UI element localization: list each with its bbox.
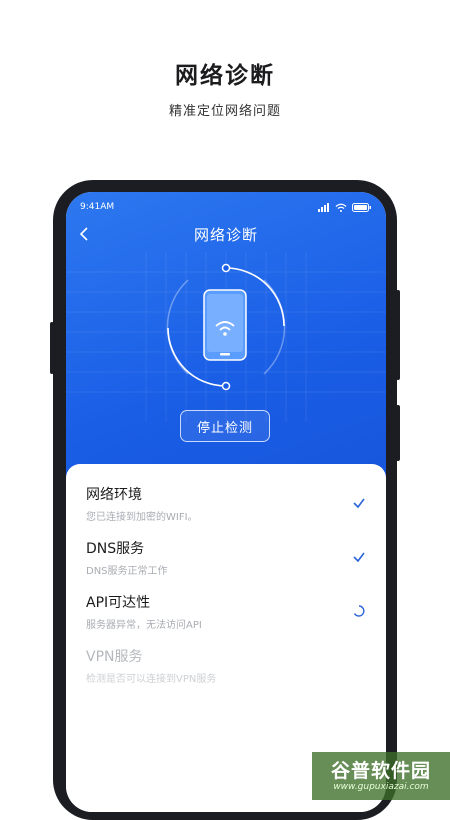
status-icons bbox=[318, 202, 372, 212]
check-desc: 服务器异常，无法访问API bbox=[86, 620, 202, 631]
wifi-icon bbox=[335, 203, 347, 212]
check-desc: 检测是否可以连接到VPN服务 bbox=[86, 674, 217, 685]
hero-header: 9:41AM 网络诊断 停止检测 bbox=[66, 192, 386, 482]
check-title: VPN服务 bbox=[86, 649, 143, 665]
status-time: 9:41AM bbox=[80, 202, 115, 212]
signal-icon bbox=[318, 202, 329, 212]
battery-icon bbox=[352, 202, 371, 212]
watermark-logo: 谷普软件园 www.gupuxiazai.com bbox=[312, 752, 450, 800]
phone-side-button bbox=[50, 322, 54, 374]
check-item-vpn: VPN服务 检测是否可以连接到VPN服务 bbox=[86, 646, 366, 690]
check-desc: 您已连接到加密的WIFI。 bbox=[86, 512, 198, 523]
phone-power-button bbox=[396, 405, 400, 461]
phone-volume-button bbox=[396, 290, 400, 380]
check-item-api: API可达性 服务器异常，无法访问API bbox=[86, 592, 366, 636]
phone-screen: 9:41AM 网络诊断 停止检测 网络环境 您已连接到加密的WIFI。 DNS服… bbox=[66, 192, 386, 812]
status-bar: 9:41AM bbox=[80, 200, 372, 214]
check-desc: DNS服务正常工作 bbox=[86, 566, 168, 577]
watermark-text: 谷普软件园 bbox=[330, 760, 431, 782]
loading-spinner-icon bbox=[353, 605, 365, 617]
nav-bar: 网络诊断 bbox=[66, 222, 386, 246]
check-title: 网络环境 bbox=[86, 487, 142, 503]
check-icon bbox=[353, 552, 365, 563]
check-title: API可达性 bbox=[86, 595, 151, 611]
stop-detection-button[interactable]: 停止检测 bbox=[180, 410, 270, 442]
check-item-dns: DNS服务 DNS服务正常工作 bbox=[86, 538, 366, 582]
check-icon bbox=[353, 498, 365, 509]
promo-title: 网络诊断 bbox=[175, 63, 275, 89]
diagnosis-graphic bbox=[166, 263, 286, 391]
promo-subtitle: 精准定位网络问题 bbox=[168, 104, 281, 119]
check-title: DNS服务 bbox=[86, 541, 145, 557]
page-title: 网络诊断 bbox=[193, 226, 258, 244]
check-item-network: 网络环境 您已连接到加密的WIFI。 bbox=[86, 484, 366, 528]
watermark-url: www.gupuxiazai.com bbox=[333, 782, 429, 792]
